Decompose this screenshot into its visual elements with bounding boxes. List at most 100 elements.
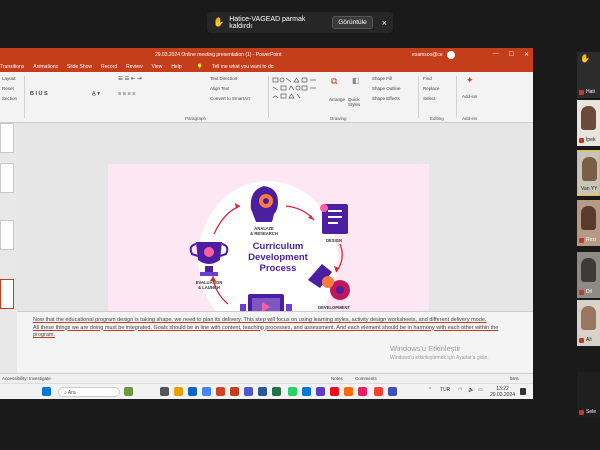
participant-name: Ali	[586, 337, 592, 343]
search-label: Ara	[67, 390, 76, 396]
store-icon[interactable]	[302, 387, 311, 396]
avatar[interactable]	[446, 51, 455, 59]
app-icon[interactable]	[330, 387, 339, 396]
app-icon[interactable]	[344, 387, 353, 396]
language-indicator[interactable]: TUR	[440, 387, 450, 393]
raised-hand-icon: ✋	[213, 17, 225, 27]
addins-icon: ✦	[466, 75, 474, 85]
windows-taskbar: ⌕ Ara ⌃ TUR ◠ 🔈 ▭ 13:22 29.03.2024	[0, 383, 533, 399]
arrange-icon: ⧉	[331, 76, 338, 86]
participant-tile[interactable]: ✋ Hati	[577, 52, 600, 98]
mic-muted-icon	[579, 338, 584, 343]
maximize-icon[interactable]: ☐	[509, 51, 514, 58]
participant-tile[interactable]: Dil	[577, 252, 600, 298]
participant-tile[interactable]: Rezi	[577, 200, 600, 246]
align-buttons[interactable]: ≡ ≡ ≡ ≡	[118, 91, 135, 97]
mic-muted-icon	[579, 90, 584, 95]
file-explorer-icon[interactable]	[174, 387, 183, 396]
comments-toggle-button[interactable]: Comments	[355, 376, 377, 381]
app-icon[interactable]	[358, 387, 367, 396]
align-text-button[interactable]: Align Text	[210, 86, 229, 91]
meeting-background	[0, 400, 577, 450]
shape-fill-button[interactable]: Shape Fill	[372, 76, 392, 81]
watermark-title: Windows'u Etkinleştir	[390, 344, 461, 353]
arrange-button[interactable]: Arrange	[329, 97, 345, 102]
accessibility-status[interactable]: Accessibility: Investigate	[2, 376, 51, 381]
mic-muted-icon	[579, 410, 584, 415]
slide-thumbnail[interactable]	[0, 123, 14, 153]
shape-outline-button[interactable]: Shape Outline	[372, 86, 401, 91]
layout-button[interactable]: Layout	[2, 76, 16, 81]
slide-thumbnail-selected[interactable]	[0, 279, 14, 309]
wifi-icon[interactable]: ◠	[458, 387, 462, 393]
reset-button[interactable]: Reset	[2, 86, 14, 91]
tab-record[interactable]: Record	[101, 64, 117, 70]
pdf-icon[interactable]	[374, 387, 383, 396]
slide-thumbnail[interactable]	[0, 163, 14, 193]
teams-icon[interactable]	[244, 387, 253, 396]
start-icon[interactable]	[42, 387, 51, 396]
tray-chevron-icon[interactable]: ⌃	[428, 387, 432, 393]
app-icon[interactable]	[388, 387, 397, 396]
user-account[interactable]: esamsoo@ce	[412, 52, 443, 58]
office-icon[interactable]	[216, 387, 225, 396]
battery-icon[interactable]: ▭	[478, 387, 483, 393]
chrome-icon[interactable]	[202, 387, 211, 396]
taskbar-search[interactable]: ⌕ Ara	[58, 387, 120, 397]
task-view-icon[interactable]	[160, 387, 169, 396]
list-buttons[interactable]: ☰ ☰ ⇤ ⇥	[118, 76, 142, 82]
participant-tile[interactable]: İpek	[577, 100, 600, 146]
divider	[268, 76, 269, 118]
excel-icon[interactable]	[272, 387, 281, 396]
participant-video	[581, 306, 596, 330]
tab-transitions[interactable]: Transitions	[0, 64, 24, 70]
shape-effects-button[interactable]: Shape Effects	[372, 96, 400, 101]
notes-toggle-button[interactable]: Notes	[331, 376, 343, 381]
tab-help[interactable]: Help	[171, 64, 181, 70]
divider	[24, 76, 25, 118]
edge-icon[interactable]	[188, 387, 197, 396]
select-button[interactable]: Select	[423, 96, 436, 101]
raise-hand-notification: ✋ Hatice-VAGEAD parmak kaldırdı Görüntül…	[207, 12, 393, 33]
bold-button[interactable]: B I U S	[30, 91, 48, 97]
participant-tile[interactable]: Sele	[577, 372, 600, 418]
quick-styles-button[interactable]: Quick Styles	[348, 97, 366, 107]
step-label-evaluation: EVALUATION & LAUNCH	[196, 280, 223, 290]
system-clock[interactable]: 13:22 29.03.2024	[490, 386, 515, 398]
smartart-button[interactable]: Convert to SmartArt	[210, 96, 250, 101]
font-color-button[interactable]: A̲ ▾	[92, 91, 100, 97]
widgets-icon[interactable]	[124, 387, 133, 396]
text-direction-button[interactable]: Text Direction	[210, 76, 237, 81]
app-icon[interactable]	[316, 387, 325, 396]
replace-button[interactable]: Replace	[423, 86, 440, 91]
shapes-gallery[interactable]	[272, 77, 322, 103]
tab-review[interactable]: Review	[126, 64, 142, 70]
tab-animations[interactable]: Animations	[33, 64, 58, 70]
slide-thumbnails	[0, 123, 17, 377]
close-icon[interactable]: ×	[382, 18, 387, 28]
zoom-level[interactable]: 56%	[510, 376, 519, 381]
tab-slide-show[interactable]: Slide Show	[67, 64, 92, 70]
addins-button[interactable]: Add-ins	[462, 94, 477, 99]
whatsapp-icon[interactable]	[288, 387, 297, 396]
notification-bell-icon[interactable]	[520, 388, 526, 395]
step-label-development: DEVELOPMENT	[318, 305, 350, 310]
participant-name: Dil	[586, 289, 592, 295]
participant-tile-active[interactable]: Van YY	[577, 150, 600, 196]
word-icon[interactable]	[258, 387, 267, 396]
tell-me-search[interactable]: Tell me what you want to do	[212, 64, 274, 70]
section-button[interactable]: Section	[2, 96, 17, 101]
notes-line-1: Now that the educational program design …	[33, 317, 487, 323]
volume-icon[interactable]: 🔈	[468, 387, 474, 393]
view-button[interactable]: Görüntüle	[332, 16, 373, 29]
powerpoint-icon[interactable]	[230, 387, 239, 396]
slide-thumbnail[interactable]	[0, 220, 14, 250]
raised-hand-icon: ✋	[580, 54, 590, 63]
window-title: 29.03.2024 Online meeting presentation (…	[155, 52, 282, 58]
minimize-icon[interactable]: —	[493, 51, 499, 58]
participant-tile[interactable]: Ali	[577, 300, 600, 346]
find-button[interactable]: Find	[423, 76, 432, 81]
close-window-icon[interactable]: ✕	[524, 51, 529, 58]
tab-view[interactable]: View	[152, 64, 163, 70]
watermark-subtitle: Windows'u etkinleştirmek için Ayarlar'a …	[390, 355, 489, 361]
